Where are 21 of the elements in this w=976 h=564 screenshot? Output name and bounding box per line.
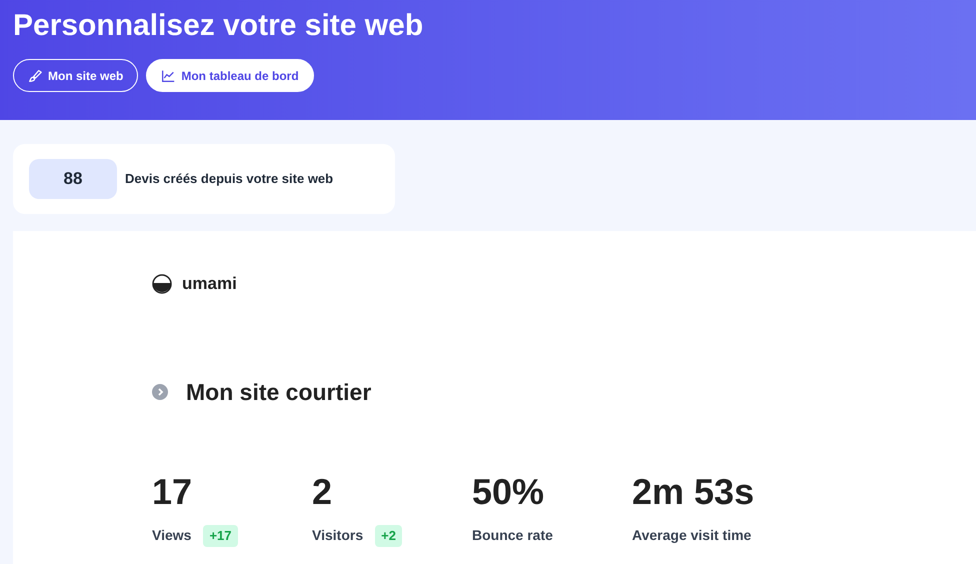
umami-logo-icon xyxy=(152,274,172,294)
quote-count: 88 xyxy=(29,159,117,199)
chart-icon xyxy=(161,68,176,82)
brand-name: umami xyxy=(182,273,237,295)
stat-label: Bounce rate xyxy=(472,526,553,545)
brush-icon xyxy=(28,68,42,82)
stat-label: Views xyxy=(152,526,192,546)
stat-value: 2 xyxy=(312,471,334,513)
stat-value: 50% xyxy=(472,471,546,513)
change-badge: +17 xyxy=(203,525,238,546)
nav-button[interactable]: Mon site web xyxy=(13,59,138,92)
nav-button[interactable]: Mon tableau de bord xyxy=(146,59,314,92)
site-name: Mon site courtier xyxy=(186,378,372,406)
change-badge: +2 xyxy=(375,525,402,546)
stat-value: 2m 53s xyxy=(632,471,756,513)
quote-label: Devis créés depuis votre site web xyxy=(125,170,334,188)
page-title: Personnalisez votre site web xyxy=(13,8,424,44)
stat-value: 17 xyxy=(152,471,194,513)
chevron-circle-icon[interactable] xyxy=(152,384,168,400)
stat-label: Average visit time xyxy=(632,526,752,545)
stat-label: Visitors xyxy=(312,526,364,546)
